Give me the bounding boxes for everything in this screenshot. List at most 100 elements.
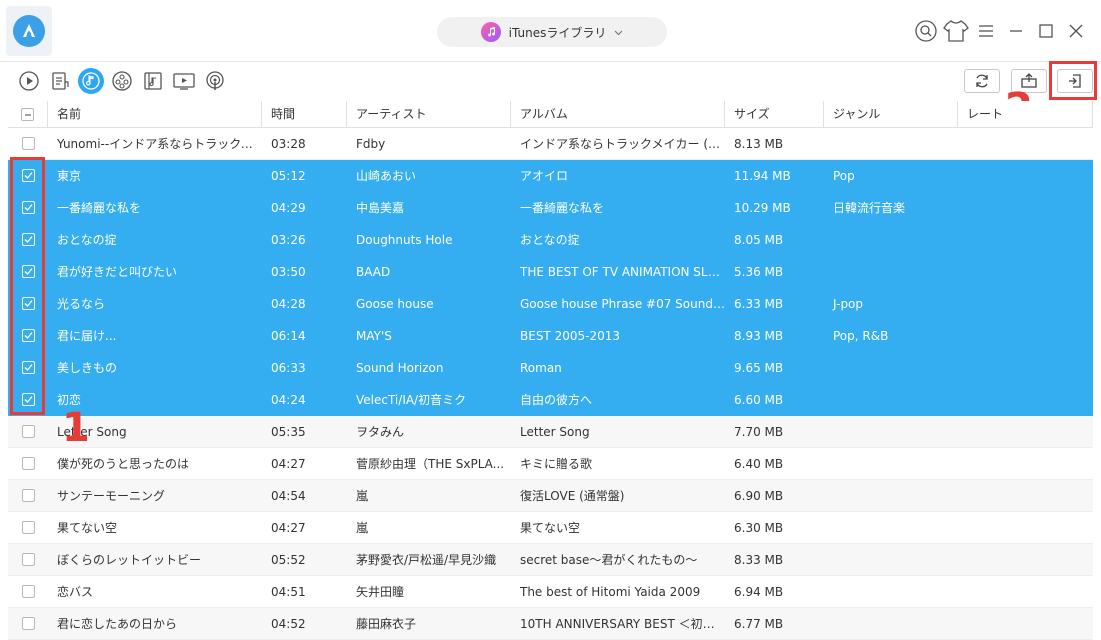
row-checkbox[interactable]	[21, 457, 35, 470]
song-artist: 矢井田瞳	[356, 585, 405, 599]
song-size: 5.36 MB	[734, 264, 784, 279]
tv-icon[interactable]	[171, 68, 197, 94]
select-all-checkbox[interactable]	[21, 108, 34, 121]
song-name: ぼくらのレットイットビー	[57, 553, 202, 567]
row-checkbox[interactable]	[21, 521, 35, 534]
table-row[interactable]: サンテーモーニング 04:54 嵐 復活LOVE (通常盤) 6.90 MB	[8, 480, 1093, 512]
row-checkbox[interactable]	[21, 617, 35, 630]
song-artist: 中島美嘉	[356, 201, 405, 215]
song-time: 03:28	[271, 136, 306, 151]
song-album: インドア系ならトラックメイカー (Fdby Re...	[520, 137, 725, 151]
song-time: 04:52	[271, 616, 306, 631]
column-header-album[interactable]: アルバム	[511, 101, 725, 128]
song-time: 06:14	[271, 328, 306, 343]
table-row[interactable]: 君が好きだと叫びたい 03:50 BAAD THE BEST OF TV ANI…	[8, 256, 1093, 288]
library-source-dropdown[interactable]: iTunesライブラリ	[437, 17, 667, 47]
select-all-cell[interactable]	[8, 101, 48, 128]
song-name: おとなの掟	[57, 233, 117, 247]
song-album: 自由の彼方へ	[520, 393, 593, 407]
song-time: 04:29	[271, 200, 306, 215]
song-artist: MAY'S	[356, 328, 392, 343]
maximize-icon[interactable]	[1031, 16, 1061, 46]
table-row[interactable]: 東京 05:12 山崎あおい アオイロ 11.94 MB Pop	[8, 160, 1093, 192]
song-album: 復活LOVE (通常盤)	[520, 489, 625, 503]
row-checkbox[interactable]	[21, 137, 35, 150]
song-name: 君に届け...	[57, 329, 117, 343]
music-icon[interactable]	[78, 68, 104, 94]
song-artist: Sound Horizon	[356, 360, 444, 375]
song-name: サンテーモーニング	[57, 489, 166, 503]
refresh-icon	[976, 74, 988, 88]
table-row[interactable]: ぼくらのレットイットビー 05:52 茅野愛衣/戸松遥/早見沙織 secret …	[8, 544, 1093, 576]
song-album: The best of Hitomi Yaida 2009	[520, 584, 701, 599]
row-checkbox[interactable]	[21, 553, 35, 566]
song-name: 君に恋したあの日から	[57, 617, 178, 631]
song-album: secret base〜君がくれたもの〜	[520, 553, 698, 567]
song-artist: Goose house	[356, 296, 434, 311]
song-artist: 山崎あおい	[356, 169, 417, 183]
song-artist: 嵐	[356, 521, 369, 535]
song-artist: 嵐	[356, 489, 369, 503]
table-row[interactable]: 果てない空 04:27 嵐 果てない空 6.30 MB	[8, 512, 1093, 544]
song-time: 04:54	[271, 488, 306, 503]
column-header-name[interactable]: 名前	[48, 101, 262, 128]
song-name: 僕が死のうと思ったのは	[57, 457, 190, 471]
song-time: 04:51	[271, 584, 306, 599]
video-icon[interactable]	[109, 68, 135, 94]
tshirt-skin-icon[interactable]	[941, 16, 971, 46]
table-row[interactable]: 光るなら 04:28 Goose house Goose house Phras…	[8, 288, 1093, 320]
playlist-icon[interactable]	[47, 68, 73, 94]
song-size: 8.93 MB	[734, 328, 784, 343]
menu-icon[interactable]	[971, 16, 1001, 46]
song-name: 果てない空	[57, 521, 118, 535]
search-icon[interactable]	[911, 16, 941, 46]
table-row[interactable]: 君に届け... 06:14 MAY'S BEST 2005-2013 8.93 …	[8, 320, 1093, 352]
song-album: Roman	[520, 360, 562, 375]
song-size: 8.33 MB	[734, 552, 784, 567]
table-row[interactable]: Letter Song 05:35 ヲタみん Letter Song 7.70 …	[8, 416, 1093, 448]
table-row[interactable]: 美しきもの 06:33 Sound Horizon Roman 9.65 MB	[8, 352, 1093, 384]
table-row[interactable]: 恋バス 04:51 矢井田瞳 The best of Hitomi Yaida …	[8, 576, 1093, 608]
song-size: 6.33 MB	[734, 296, 784, 311]
column-header-time[interactable]: 時間	[262, 101, 347, 128]
column-header-genre[interactable]: ジャンル	[824, 101, 958, 128]
table-row[interactable]: 君に恋したあの日から 04:52 藤田麻衣子 10TH ANNIVERSARY …	[8, 608, 1093, 640]
table-row[interactable]: 初恋 04:24 VelecTi/IA/初音ミク 自由の彼方へ 6.60 MB	[8, 384, 1093, 416]
song-name: 君が好きだと叫びたい	[57, 265, 178, 279]
table-row[interactable]: 僕が死のうと思ったのは 04:27 菅原紗由理（THE SxPLA... キミに…	[8, 448, 1093, 480]
table-body: Yunomi--インドア系ならトラックメイカー... 03:28 Fdby イン…	[8, 128, 1093, 640]
song-genre: Pop	[833, 168, 855, 183]
podcast-icon[interactable]	[202, 68, 228, 94]
song-time: 05:52	[271, 552, 306, 567]
row-checkbox[interactable]	[21, 585, 35, 598]
row-checkbox[interactable]	[21, 489, 35, 502]
song-artist: Fdby	[356, 136, 386, 151]
song-time: 04:27	[271, 520, 306, 535]
column-header-size[interactable]: サイズ	[725, 101, 824, 128]
song-time: 04:24	[271, 392, 306, 407]
song-time: 06:33	[271, 360, 306, 375]
song-album: 10TH ANNIVERSARY BEST ＜初回...	[520, 617, 725, 631]
song-artist: ヲタみん	[356, 425, 405, 439]
minimize-icon[interactable]	[1001, 16, 1031, 46]
refresh-button[interactable]	[964, 69, 1000, 93]
row-checkbox[interactable]	[21, 425, 35, 438]
table-row[interactable]: おとなの掟 03:26 Doughnuts Hole おとなの掟 8.05 MB	[8, 224, 1093, 256]
song-artist: VelecTi/IA/初音ミク	[356, 393, 467, 407]
song-size: 8.13 MB	[734, 136, 784, 151]
song-table: 名前 時間 アーティスト アルバム サイズ ジャンル レート Yunomi--イ…	[8, 101, 1093, 640]
song-album: BEST 2005-2013	[520, 328, 620, 343]
movie-icon[interactable]	[140, 68, 166, 94]
song-artist: 藤田麻衣子	[356, 617, 417, 631]
song-artist: 茅野愛衣/戸松遥/早見沙織	[356, 553, 497, 567]
song-album: キミに贈る歌	[520, 457, 593, 471]
close-icon[interactable]	[1061, 16, 1091, 46]
table-row[interactable]: 一番綺麗な私を 04:29 中島美嘉 一番綺麗な私を 10.29 MB 日韓流行…	[8, 192, 1093, 224]
song-name: 光るなら	[57, 297, 106, 311]
column-header-rating[interactable]: レート	[958, 101, 1093, 128]
annotation-box-2	[1049, 61, 1097, 100]
play-icon[interactable]	[16, 68, 42, 94]
song-name: 美しきもの	[57, 361, 118, 375]
column-header-artist[interactable]: アーティスト	[347, 101, 511, 128]
table-row[interactable]: Yunomi--インドア系ならトラックメイカー... 03:28 Fdby イン…	[8, 128, 1093, 160]
